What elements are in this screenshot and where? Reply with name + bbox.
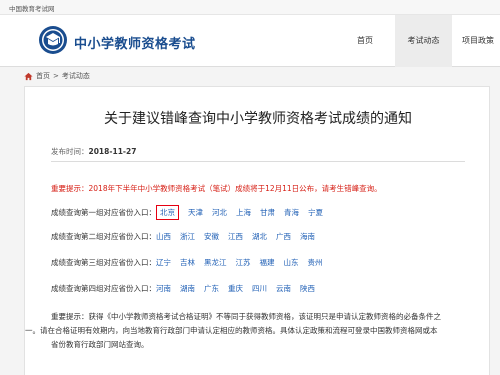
breadcrumb-current[interactable]: 考试动态 xyxy=(62,71,90,81)
article-card: 关于建议错峰查询中小学教师资格考试成绩的通知 发布时间：2018-11-27 重… xyxy=(24,86,490,375)
title-divider xyxy=(51,161,465,162)
group-label: 成绩查询第三组对应省份入口： xyxy=(51,258,156,267)
query-group-4: 成绩查询第四组对应省份入口： 河南 湖南 广东 重庆 四川 云南 陕西 xyxy=(51,283,324,294)
reminder-line: 一。请在合格证明有效期内，向当地教育行政部门申请认定相应的教师资格。具体认定政策… xyxy=(25,326,438,335)
article-title: 关于建议错峰查询中小学教师资格考试成绩的通知 xyxy=(104,111,412,127)
publish-date: 发布时间：2018-11-27 xyxy=(51,146,136,157)
province-link[interactable]: 陕西 xyxy=(300,283,315,294)
reminder-paragraph: 重要提示：获得《中小学教师资格考试合格证明》不等同于获得教师资格，该证明只是申请… xyxy=(25,310,491,352)
breadcrumb-separator: > xyxy=(53,72,59,80)
query-group-1: 成绩查询第一组对应省份入口： 北京 天津 河北 上海 甘肃 青海 宁夏 xyxy=(51,205,332,220)
top-bar: 中国教育考试网 xyxy=(0,0,500,15)
province-link[interactable]: 上海 xyxy=(236,207,251,218)
province-link[interactable]: 湖南 xyxy=(180,283,195,294)
site-header: 中小学教师资格考试 首页 考试动态 项目政策 xyxy=(0,15,500,67)
province-link[interactable]: 江西 xyxy=(228,231,243,242)
province-link[interactable]: 吉林 xyxy=(180,257,195,268)
nav-exam-news[interactable]: 考试动态 xyxy=(395,15,452,67)
province-link[interactable]: 浙江 xyxy=(180,231,195,242)
reminder-line: 省份教育行政部门网站查询。 xyxy=(51,340,149,349)
nav-project-policy[interactable]: 项目政策 xyxy=(456,15,500,67)
home-icon xyxy=(24,72,33,80)
exam-seal-logo[interactable] xyxy=(38,25,68,55)
province-link-beijing[interactable]: 北京 xyxy=(156,205,179,220)
important-notice: 重要提示：2018年下半年中小学教师资格考试（笔试）成绩将于12月11日公布，请… xyxy=(51,184,382,193)
province-link[interactable]: 天津 xyxy=(188,207,203,218)
breadcrumb-home[interactable]: 首页 xyxy=(36,71,50,81)
province-link[interactable]: 福建 xyxy=(260,257,275,268)
province-link[interactable]: 黑龙江 xyxy=(204,257,227,268)
group-label: 成绩查询第四组对应省份入口： xyxy=(51,284,156,293)
province-link[interactable]: 四川 xyxy=(252,283,267,294)
province-link[interactable]: 广东 xyxy=(204,283,219,294)
org-link[interactable]: 中国教育考试网 xyxy=(9,3,55,13)
province-link[interactable]: 贵州 xyxy=(308,257,323,268)
province-link[interactable]: 湖北 xyxy=(252,231,267,242)
nav-home[interactable]: 首页 xyxy=(345,15,385,67)
province-link[interactable]: 江苏 xyxy=(236,257,251,268)
province-link[interactable]: 云南 xyxy=(276,283,291,294)
group-label: 成绩查询第二组对应省份入口： xyxy=(51,232,156,241)
province-link[interactable]: 青海 xyxy=(284,207,299,218)
group-label: 成绩查询第一组对应省份入口： xyxy=(51,208,156,217)
publish-date-value: 2018-11-27 xyxy=(88,147,137,156)
province-link[interactable]: 重庆 xyxy=(228,283,243,294)
province-link[interactable]: 山西 xyxy=(156,231,171,242)
province-link[interactable]: 宁夏 xyxy=(308,207,323,218)
query-group-3: 成绩查询第三组对应省份入口： 辽宁 吉林 黑龙江 江苏 福建 山东 贵州 xyxy=(51,257,332,268)
province-link[interactable]: 广西 xyxy=(276,231,291,242)
site-title[interactable]: 中小学教师资格考试 xyxy=(74,33,196,52)
province-link[interactable]: 海南 xyxy=(300,231,315,242)
reminder-line: 重要提示：获得《中小学教师资格考试合格证明》不等同于获得教师资格，该证明只是申请… xyxy=(51,312,441,321)
province-link[interactable]: 安徽 xyxy=(204,231,219,242)
province-link[interactable]: 山东 xyxy=(284,257,299,268)
province-link[interactable]: 河北 xyxy=(212,207,227,218)
province-link[interactable]: 河南 xyxy=(156,283,171,294)
province-link[interactable]: 辽宁 xyxy=(156,257,171,268)
province-link[interactable]: 甘肃 xyxy=(260,207,275,218)
breadcrumb: 首页 > 考试动态 xyxy=(24,70,90,82)
publish-date-label: 发布时间： xyxy=(51,147,89,156)
query-group-2: 成绩查询第二组对应省份入口： 山西 浙江 安徽 江西 湖北 广西 海南 xyxy=(51,231,324,242)
